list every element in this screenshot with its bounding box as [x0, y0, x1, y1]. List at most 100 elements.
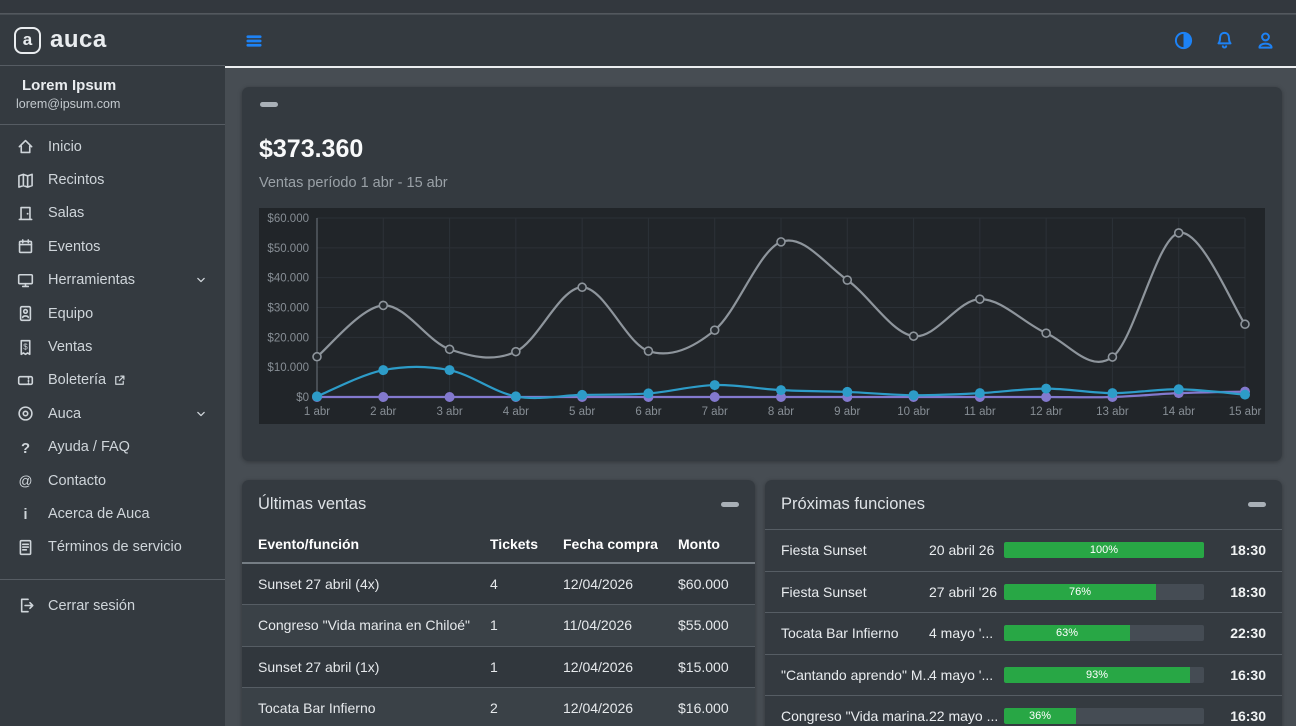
function-time: 16:30	[1204, 667, 1266, 683]
card-header: Últimas ventas	[242, 480, 755, 514]
sidebar-item-ayuda-faq[interactable]: ?Ayuda / FAQ	[0, 431, 225, 464]
sidebar-item-cerrar-sesion[interactable]: Cerrar sesión	[0, 589, 225, 622]
table-header-monto: Monto	[678, 525, 755, 563]
info-icon: i	[17, 505, 34, 522]
progress-fill: 100%	[1004, 542, 1204, 558]
function-time: 18:30	[1204, 542, 1266, 558]
brand-logo-icon: a	[14, 27, 41, 54]
logout-icon	[17, 597, 34, 614]
svg-text:7 abr: 7 abr	[702, 406, 728, 418]
table-cell: 4	[490, 563, 563, 605]
theme-toggle-button[interactable]	[1173, 30, 1194, 51]
table-cell: Sunset 27 abril (4x)	[242, 563, 490, 605]
sidebar-item-label: Cerrar sesión	[48, 598, 135, 614]
function-row: Fiesta Sunset27 abril '2676%18:30	[765, 571, 1282, 613]
svg-text:$: $	[23, 342, 28, 351]
table-cell: Congreso "Vida marina en Chiloé"	[242, 605, 490, 647]
navbar-actions	[1173, 30, 1276, 51]
svg-text:15 abr: 15 abr	[1229, 406, 1262, 418]
function-date: 20 abril 26	[929, 542, 1004, 558]
svg-text:$10.000: $10.000	[267, 362, 309, 374]
function-name: Tocata Bar Infierno	[781, 625, 929, 641]
table-header-tickets: Tickets	[490, 525, 563, 563]
svg-text:12 abr: 12 abr	[1030, 406, 1063, 418]
svg-text:4 abr: 4 abr	[503, 406, 529, 418]
table-row: Tocata Bar Infierno212/04/2026$16.000	[242, 688, 755, 726]
sidebar-item-label: Equipo	[48, 306, 93, 322]
table-cell: Sunset 27 abril (1x)	[242, 646, 490, 688]
collapse-card-button[interactable]	[260, 102, 278, 107]
collapse-card-button[interactable]	[721, 502, 739, 507]
user-email: lorem@ipsum.com	[16, 97, 209, 111]
progress-fill: 93%	[1004, 667, 1190, 683]
sidebar-item-herramientas[interactable]: Herramientas	[0, 264, 225, 297]
progress-bar: 100%	[1004, 542, 1204, 558]
table-row: Congreso "Vida marina en Chiloé"111/04/2…	[242, 605, 755, 647]
bell-icon	[1214, 30, 1235, 51]
id-card-icon	[17, 305, 34, 322]
sidebar-item-inicio[interactable]: Inicio	[0, 130, 225, 163]
sidebar-item-eventos[interactable]: Eventos	[0, 230, 225, 263]
svg-text:8 abr: 8 abr	[768, 406, 794, 418]
function-name: Congreso "Vida marina...	[781, 708, 929, 724]
user-icon	[1255, 30, 1276, 51]
svg-text:13 abr: 13 abr	[1096, 406, 1129, 418]
user-name: Lorem Ipsum	[16, 77, 209, 94]
sidebar-item-label: Recintos	[48, 172, 104, 188]
collapse-card-button[interactable]	[1248, 502, 1266, 507]
sidebar-item-boleteria[interactable]: Boletería	[0, 364, 225, 397]
svg-text:@: @	[18, 472, 32, 488]
theme-contrast-icon	[1173, 30, 1194, 51]
home-icon	[17, 138, 34, 155]
function-name: "Cantando aprendo" M...	[781, 667, 929, 683]
sidebar-item-acerca-de-auca[interactable]: iAcerca de Auca	[0, 497, 225, 530]
sidebar-toggle-button[interactable]	[244, 32, 264, 50]
table-cell: 12/04/2026	[563, 563, 678, 605]
table-header-row: Evento/funciónTicketsFecha compraMonto	[242, 525, 755, 563]
function-name: Fiesta Sunset	[781, 584, 929, 600]
user-menu-button[interactable]	[1255, 30, 1276, 51]
table-cell: $16.000	[678, 688, 755, 726]
brand-name: auca	[50, 26, 107, 54]
svg-text:?: ?	[21, 441, 30, 456]
sales-line-chart: $0$10.000$20.000$30.000$40.000$50.000$60…	[259, 208, 1265, 424]
main-content: $373.360 Ventas período 1 abr - 15 abr $…	[225, 70, 1296, 726]
sidebar-item-contacto[interactable]: @Contacto	[0, 464, 225, 497]
table-cell: 2	[490, 688, 563, 726]
progress-fill: 76%	[1004, 584, 1156, 600]
function-row: Tocata Bar Infierno4 mayo '...63%22:30	[765, 612, 1282, 654]
svg-text:5 abr: 5 abr	[569, 406, 595, 418]
progress-bar: 36%	[1004, 708, 1204, 724]
sidebar-item-salas[interactable]: Salas	[0, 197, 225, 230]
upcoming-functions-card: Próximas funciones Fiesta Sunset 20 abril…	[765, 480, 1282, 726]
sidebar-item-label: Salas	[48, 205, 84, 221]
last-sales-table: Evento/funciónTicketsFecha compraMonto S…	[242, 525, 755, 726]
sidebar-item-label: Boletería	[48, 372, 106, 388]
svg-text:9 abr: 9 abr	[834, 406, 860, 418]
table-cell: Tocata Bar Infierno	[242, 688, 490, 726]
sidebar-item-auca[interactable]: Auca	[0, 397, 225, 430]
sidebar-item-terminos-de-servicio[interactable]: Términos de servicio	[0, 531, 225, 564]
sidebar-item-label: Inicio	[48, 139, 82, 155]
table-cell: 1	[490, 605, 563, 647]
calendar-icon	[17, 238, 34, 255]
functions-list: Fiesta Sunset 20 abril 26100%18:30 Fiesta …	[765, 529, 1282, 726]
card-header: Próximas funciones	[765, 480, 1282, 514]
table-header-fecha-compra: Fecha compra	[563, 525, 678, 563]
sidebar-item-equipo[interactable]: Equipo	[0, 297, 225, 330]
notifications-button[interactable]	[1214, 30, 1235, 51]
function-date: 4 mayo '...	[929, 667, 1004, 683]
svg-text:6 abr: 6 abr	[635, 406, 661, 418]
sidebar-item-ventas[interactable]: $Ventas	[0, 330, 225, 363]
sales-chart-area: $0$10.000$20.000$30.000$40.000$50.000$60…	[259, 208, 1265, 424]
door-icon	[17, 205, 34, 222]
external-link-icon	[113, 374, 126, 387]
user-panel: Lorem Ipsum lorem@ipsum.com	[0, 66, 225, 125]
progress-fill: 63%	[1004, 625, 1130, 641]
svg-text:1 abr: 1 abr	[304, 406, 330, 418]
sales-period-subtitle: Ventas período 1 abr - 15 abr	[259, 175, 448, 191]
table-row: Sunset 27 abril (1x)112/04/2026$15.000	[242, 646, 755, 688]
top-navbar	[225, 15, 1296, 68]
sidebar-item-recintos[interactable]: Recintos	[0, 163, 225, 196]
svg-text:$50.000: $50.000	[267, 243, 309, 255]
